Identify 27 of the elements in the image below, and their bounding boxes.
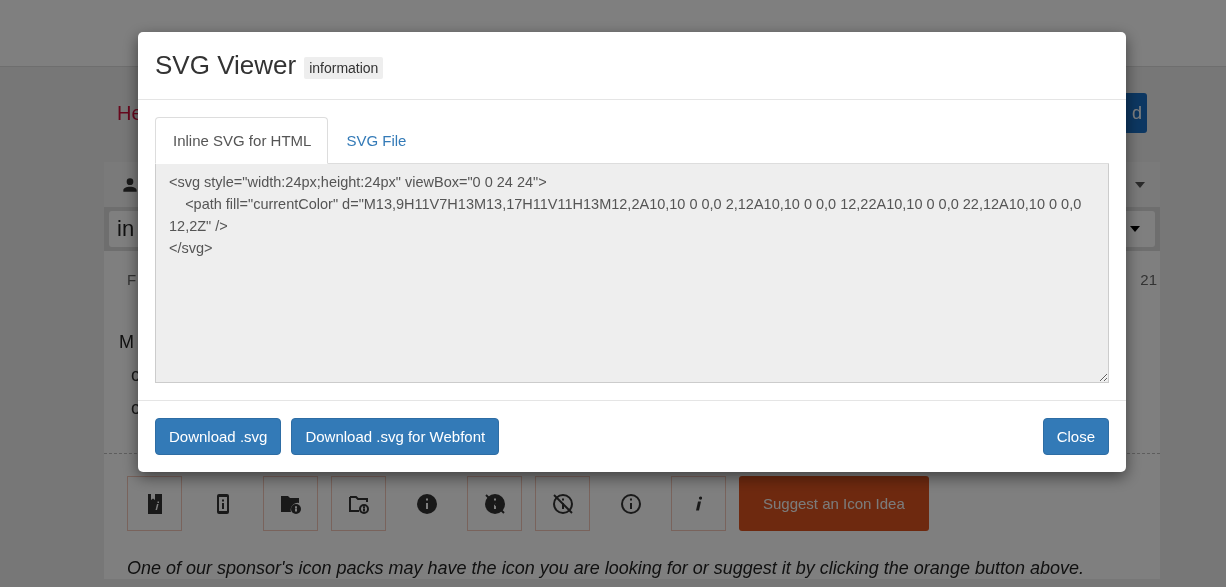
info-icon [618,491,643,516]
caret-icon [1129,225,1141,233]
meta-text: F [127,271,137,288]
icon-tile[interactable] [263,476,318,531]
modal-title: SVG Viewer [155,50,297,81]
heading: M [119,332,135,353]
icon-tile[interactable] [127,476,182,531]
sponsor-note: One of our sponsor's icon packs may have the icon you are looking for or suggest it by clicking the orange button above. [127,558,1085,579]
info-icon [695,496,702,511]
info-off-icon [550,491,575,516]
close-button[interactable]: Close [1042,418,1109,455]
info-off-icon [482,491,507,516]
field-value: in [117,216,135,242]
meta-text: 21 [1140,271,1157,288]
icon-tile[interactable] [331,476,386,531]
tag: information [304,56,384,79]
download-button[interactable]: Download .svg [155,418,282,455]
suggest-button[interactable]: Suggest an Icon Idea [739,476,929,531]
caret-icon[interactable] [1134,180,1146,189]
icon-tile[interactable] [671,476,726,531]
tab[interactable]: SVG File [328,117,424,164]
icon-tile[interactable] [535,476,590,531]
code-field[interactable]: <svg style="width:24px;height:24px" viewBox="0 0 24 24"> <path fill="currentColor" d="M13,9H11V7H13M13,17H11V11H13M12,2A10,10 0 0,0 2,12A10,10 0 0,0 12,22A10,10 0 0,0 22,12A10,10 0 0,0 12,2Z" /> </svg> [155,164,1109,383]
download-button[interactable]: Download .svg for Webfont [291,418,500,455]
tab[interactable]: Inline SVG for HTML [155,117,329,164]
icon-tile[interactable] [467,476,522,531]
info-icon [414,491,439,516]
